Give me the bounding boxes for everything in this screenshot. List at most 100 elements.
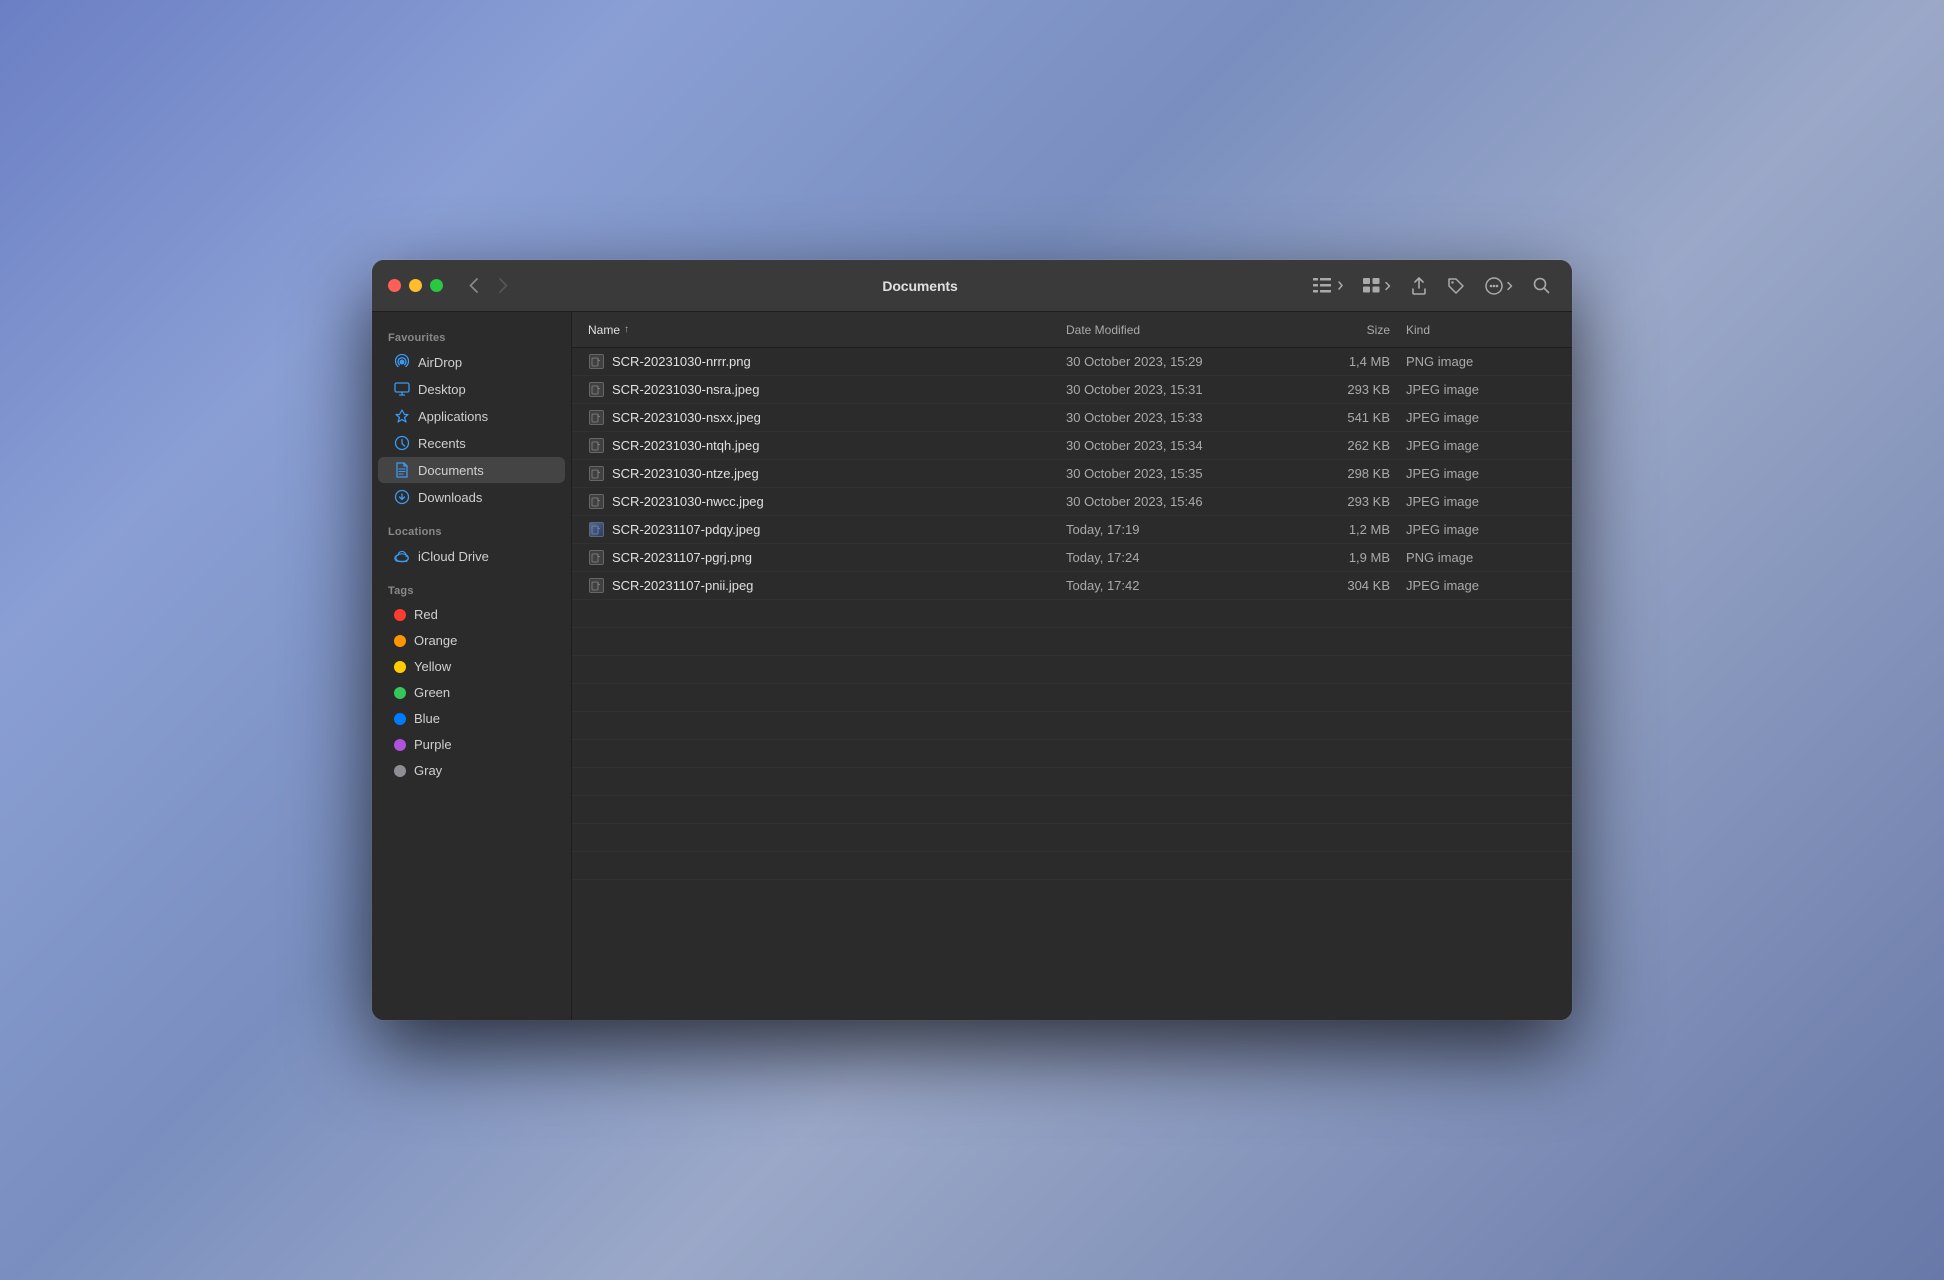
sidebar-item-tag-blue[interactable]: Blue bbox=[378, 706, 565, 731]
file-name-cell: SCR-20231030-nsra.jpeg bbox=[588, 382, 1066, 398]
tag-blue-label: Blue bbox=[414, 711, 440, 726]
tag-purple-label: Purple bbox=[414, 737, 452, 752]
file-name-cell: SCR-20231030-ntze.jpeg bbox=[588, 466, 1066, 482]
minimize-button[interactable] bbox=[409, 279, 422, 292]
table-row[interactable]: SCR-20231107-pgrj.png Today, 17:24 1,9 M… bbox=[572, 544, 1572, 572]
empty-row bbox=[572, 824, 1572, 852]
nav-buttons bbox=[459, 272, 517, 300]
sidebar-item-tag-purple[interactable]: Purple bbox=[378, 732, 565, 757]
icloud-label: iCloud Drive bbox=[418, 549, 489, 564]
tag-button[interactable] bbox=[1441, 272, 1471, 300]
file-size: 541 KB bbox=[1286, 410, 1406, 425]
table-row[interactable]: SCR-20231030-nsxx.jpeg 30 October 2023, … bbox=[572, 404, 1572, 432]
file-size: 262 KB bbox=[1286, 438, 1406, 453]
sidebar-item-desktop[interactable]: Desktop bbox=[378, 376, 565, 402]
icloud-icon bbox=[394, 548, 410, 564]
list-view-button[interactable] bbox=[1307, 272, 1349, 300]
file-date: Today, 17:24 bbox=[1066, 550, 1286, 565]
airdrop-label: AirDrop bbox=[418, 355, 462, 370]
tag-red-dot bbox=[394, 609, 406, 621]
desktop-icon bbox=[394, 381, 410, 397]
tag-green-dot bbox=[394, 687, 406, 699]
sidebar-item-tag-green[interactable]: Green bbox=[378, 680, 565, 705]
col-header-size[interactable]: Size bbox=[1286, 323, 1406, 337]
file-icon bbox=[588, 494, 604, 510]
file-name: SCR-20231107-pnii.jpeg bbox=[612, 578, 753, 593]
tag-yellow-dot bbox=[394, 661, 406, 673]
file-icon bbox=[588, 410, 604, 426]
col-header-date[interactable]: Date Modified bbox=[1066, 323, 1286, 337]
table-row[interactable]: SCR-20231030-ntqh.jpeg 30 October 2023, … bbox=[572, 432, 1572, 460]
grid-view-button[interactable] bbox=[1357, 272, 1397, 300]
sidebar-item-recents[interactable]: Recents bbox=[378, 430, 565, 456]
close-button[interactable] bbox=[388, 279, 401, 292]
file-icon bbox=[588, 438, 604, 454]
tag-gray-dot bbox=[394, 765, 406, 777]
file-size: 1,9 MB bbox=[1286, 550, 1406, 565]
empty-row bbox=[572, 600, 1572, 628]
file-name: SCR-20231030-nsxx.jpeg bbox=[612, 410, 761, 425]
file-name: SCR-20231030-nwcc.jpeg bbox=[612, 494, 764, 509]
file-kind: PNG image bbox=[1406, 550, 1556, 565]
file-icon bbox=[588, 466, 604, 482]
tag-blue-dot bbox=[394, 713, 406, 725]
table-row[interactable]: SCR-20231030-nrrr.png 30 October 2023, 1… bbox=[572, 348, 1572, 376]
more-options-button[interactable] bbox=[1479, 272, 1519, 300]
file-size: 298 KB bbox=[1286, 466, 1406, 481]
file-date: Today, 17:19 bbox=[1066, 522, 1286, 537]
file-date: 30 October 2023, 15:46 bbox=[1066, 494, 1286, 509]
sidebar-item-applications[interactable]: Applications bbox=[378, 403, 565, 429]
file-date: Today, 17:42 bbox=[1066, 578, 1286, 593]
sidebar-item-documents[interactable]: Documents bbox=[378, 457, 565, 483]
sidebar-item-icloud[interactable]: iCloud Drive bbox=[378, 543, 565, 569]
share-button[interactable] bbox=[1405, 272, 1433, 300]
sidebar-item-tag-red[interactable]: Red bbox=[378, 602, 565, 627]
file-kind: JPEG image bbox=[1406, 438, 1556, 453]
recents-icon bbox=[394, 435, 410, 451]
empty-row bbox=[572, 684, 1572, 712]
file-icon bbox=[588, 550, 604, 566]
sidebar-item-tag-yellow[interactable]: Yellow bbox=[378, 654, 565, 679]
window-controls bbox=[388, 279, 443, 292]
sidebar-item-airdrop[interactable]: AirDrop bbox=[378, 349, 565, 375]
file-name: SCR-20231030-ntqh.jpeg bbox=[612, 438, 759, 453]
file-name: SCR-20231107-pdqy.jpeg bbox=[612, 522, 760, 537]
table-row[interactable]: SCR-20231030-nsra.jpeg 30 October 2023, … bbox=[572, 376, 1572, 404]
table-row[interactable]: SCR-20231107-pdqy.jpeg Today, 17:19 1,2 … bbox=[572, 516, 1572, 544]
empty-row bbox=[572, 768, 1572, 796]
sidebar-item-tag-orange[interactable]: Orange bbox=[378, 628, 565, 653]
table-row[interactable]: SCR-20231107-pnii.jpeg Today, 17:42 304 … bbox=[572, 572, 1572, 600]
file-icon bbox=[588, 578, 604, 594]
file-name-cell: SCR-20231030-nwcc.jpeg bbox=[588, 494, 1066, 510]
table-row[interactable]: SCR-20231030-ntze.jpeg 30 October 2023, … bbox=[572, 460, 1572, 488]
main-content: Favourites AirDrop bbox=[372, 312, 1572, 1020]
search-button[interactable] bbox=[1527, 272, 1556, 300]
maximize-button[interactable] bbox=[430, 279, 443, 292]
file-name-cell: SCR-20231030-nrrr.png bbox=[588, 354, 1066, 370]
file-name-cell: SCR-20231030-ntqh.jpeg bbox=[588, 438, 1066, 454]
table-row[interactable]: SCR-20231030-nwcc.jpeg 30 October 2023, … bbox=[572, 488, 1572, 516]
file-name: SCR-20231030-ntze.jpeg bbox=[612, 466, 759, 481]
file-size: 1,2 MB bbox=[1286, 522, 1406, 537]
file-kind: JPEG image bbox=[1406, 466, 1556, 481]
sidebar-item-downloads[interactable]: Downloads bbox=[378, 484, 565, 510]
file-date: 30 October 2023, 15:35 bbox=[1066, 466, 1286, 481]
window-title: Documents bbox=[533, 278, 1307, 294]
file-date: 30 October 2023, 15:29 bbox=[1066, 354, 1286, 369]
file-size: 1,4 MB bbox=[1286, 354, 1406, 369]
file-kind: JPEG image bbox=[1406, 382, 1556, 397]
file-kind: JPEG image bbox=[1406, 494, 1556, 509]
desktop-label: Desktop bbox=[418, 382, 466, 397]
col-header-name[interactable]: Name ↑ bbox=[588, 323, 1066, 337]
applications-icon bbox=[394, 408, 410, 424]
forward-button[interactable] bbox=[489, 272, 517, 300]
recents-label: Recents bbox=[418, 436, 466, 451]
sidebar-item-tag-gray[interactable]: Gray bbox=[378, 758, 565, 783]
file-size: 293 KB bbox=[1286, 382, 1406, 397]
col-header-kind[interactable]: Kind bbox=[1406, 323, 1556, 337]
tag-purple-dot bbox=[394, 739, 406, 751]
file-date: 30 October 2023, 15:34 bbox=[1066, 438, 1286, 453]
toolbar-right bbox=[1307, 272, 1556, 300]
back-button[interactable] bbox=[459, 272, 487, 300]
file-size: 304 KB bbox=[1286, 578, 1406, 593]
